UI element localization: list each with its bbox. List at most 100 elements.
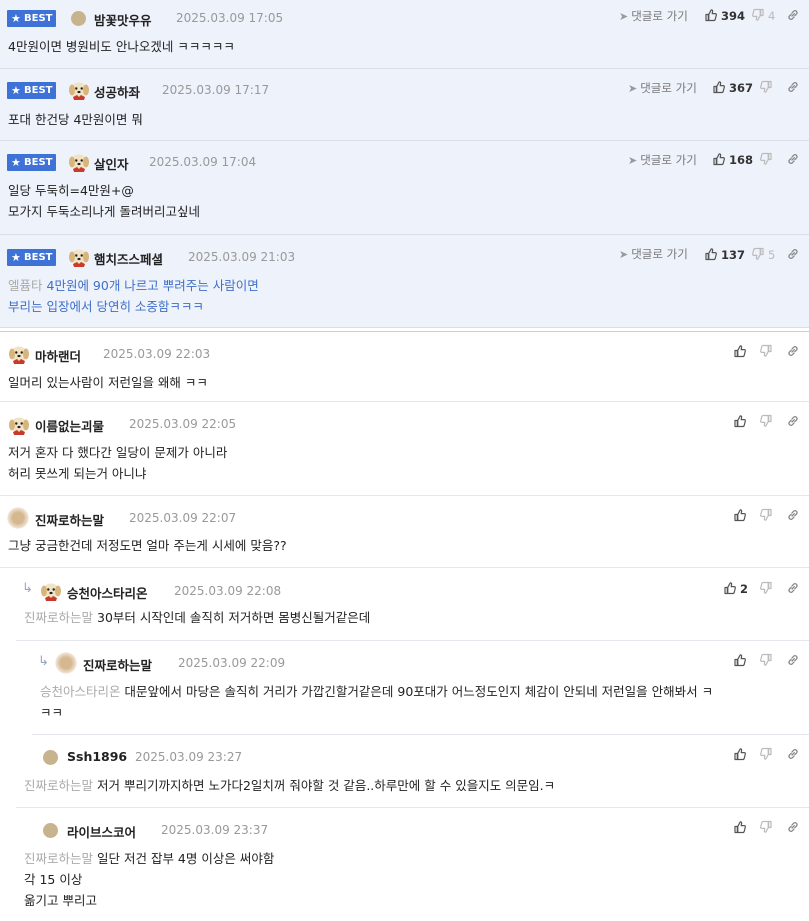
comment-nickname[interactable]: 승천아스타리온 — [67, 583, 148, 602]
comment-date: 2025.03.09 17:04 — [149, 155, 257, 169]
comment-text: 포대 한건당 4만원이면 뭐 — [8, 112, 143, 127]
thumbs-up-icon[interactable] — [704, 8, 718, 22]
thumbs-up-icon[interactable] — [733, 820, 747, 834]
thumbs-down-icon[interactable] — [759, 508, 773, 522]
comment-date: 2025.03.09 21:03 — [188, 250, 296, 264]
comment-nickname[interactable]: 햄치즈스페셜 — [94, 249, 163, 268]
like-count: 394 — [721, 9, 746, 23]
comment-text: 저거 혼자 다 했다간 일당이 문제가 아니라 허리 못쓰게 되는거 아니냐 — [8, 445, 228, 481]
thumbs-up-icon[interactable] — [704, 247, 718, 261]
reply: 라이브스코어 2025.03.09 23:37 진짜로하는말 일단 저건 잡부 … — [16, 808, 809, 919]
best-badge: ★ BEST — [7, 154, 56, 171]
avatar[interactable] — [68, 151, 90, 173]
comment-text: 진짜로하는말 30부터 시작인데 솔직히 저거하면 몸병신될거같은데 — [24, 610, 371, 625]
thumbs-up-icon[interactable] — [733, 508, 747, 522]
dislike-count: 4 — [768, 9, 776, 23]
like-count: 2 — [740, 582, 749, 596]
avatar[interactable] — [8, 414, 30, 436]
comment-text: 승천아스타리온 대문앞에서 마당은 솔직히 거리가 가깝긴할거같은데 90포대가… — [40, 684, 714, 720]
mention[interactable]: 엘퓸타 — [8, 278, 43, 293]
link-icon[interactable] — [786, 414, 800, 428]
thumbs-down-icon[interactable] — [759, 414, 773, 428]
link-icon[interactable] — [786, 747, 800, 761]
avatar[interactable] — [40, 580, 62, 602]
comment-nickname[interactable]: 이름없는괴물 — [35, 416, 104, 435]
best-badge: ★ BEST — [7, 249, 56, 266]
comment-date: 2025.03.09 22:09 — [178, 656, 286, 670]
star-icon: ★ — [11, 12, 21, 25]
mention[interactable]: 승천아스타리온 — [40, 684, 121, 699]
thumbs-down-icon[interactable] — [759, 152, 773, 166]
comment-nickname[interactable]: 살인자 — [94, 154, 129, 173]
thumbs-up-icon[interactable] — [733, 414, 747, 428]
avatar[interactable] — [43, 823, 58, 838]
like-count: 168 — [729, 153, 754, 167]
go-comment-button[interactable]: ➤ 댓글로 가기 — [628, 80, 697, 96]
go-comment-button[interactable]: ➤ 댓글로 가기 — [619, 8, 688, 24]
go-comment-button[interactable]: ➤ 댓글로 가기 — [619, 246, 688, 262]
thumbs-down-icon[interactable] — [751, 247, 765, 261]
link-icon[interactable] — [786, 247, 800, 261]
comment-text: 엘퓸타 4만원에 90개 나르고 뿌려주는 사람이면 부리는 입장에서 당연히 … — [8, 278, 259, 314]
avatar[interactable] — [7, 507, 29, 529]
avatar[interactable] — [68, 246, 90, 268]
avatar[interactable] — [55, 652, 77, 674]
comment-nickname[interactable]: 마하랜더 — [35, 346, 81, 365]
link-icon[interactable] — [786, 80, 800, 94]
comment-nickname[interactable]: 진짜로하는말 — [83, 655, 152, 674]
thumbs-down-icon[interactable] — [759, 820, 773, 834]
comment-text: 진짜로하는말 일단 저건 잡부 4명 이상은 써야함 각 15 이상 옮기고 뿌… — [24, 851, 275, 908]
avatar[interactable] — [71, 11, 86, 26]
best-badge: ★ BEST — [7, 10, 56, 27]
mention[interactable]: 진짜로하는말 — [24, 778, 93, 793]
link-icon[interactable] — [786, 344, 800, 358]
reply-arrow-icon: ↳ — [38, 654, 49, 669]
thumbs-down-icon[interactable] — [759, 80, 773, 94]
thumbs-down-icon[interactable] — [759, 581, 773, 595]
thumbs-down-icon[interactable] — [751, 8, 765, 22]
comment-text: 4만원이면 병원비도 안나오겠네 ㅋㅋㅋㅋㅋ — [8, 39, 235, 54]
send-arrow-icon: ➤ — [628, 82, 638, 95]
thumbs-down-icon[interactable] — [759, 344, 773, 358]
comment: 진짜로하는말 2025.03.09 22:07 그냥 궁금한건데 저정도면 얼마… — [0, 496, 809, 568]
reply: Ssh1896 2025.03.09 23:27 진짜로하는말 저거 뿌리기까지… — [16, 735, 809, 808]
thumbs-up-icon[interactable] — [712, 152, 726, 166]
thumbs-up-icon[interactable] — [712, 80, 726, 94]
link-icon[interactable] — [786, 8, 800, 22]
best-comment: ★ BEST 밤꽃맛우유 2025.03.09 17:05 ➤ 댓글로 가기 394… — [0, 0, 809, 69]
link-icon[interactable] — [786, 653, 800, 667]
mention[interactable]: 진짜로하는말 — [24, 851, 93, 866]
avatar[interactable] — [8, 343, 30, 365]
link-icon[interactable] — [786, 581, 800, 595]
comment-nickname[interactable]: 진짜로하는말 — [35, 510, 104, 529]
comment-text: 일머리 있는사람이 저런일을 왜해 ㅋㅋ — [8, 375, 208, 390]
avatar[interactable] — [68, 79, 90, 101]
comment: 이름없는괴물 2025.03.09 22:05 저거 혼자 다 했다간 일당이 … — [0, 402, 809, 496]
link-icon[interactable] — [786, 820, 800, 834]
link-icon[interactable] — [786, 152, 800, 166]
star-icon: ★ — [11, 84, 21, 97]
comment-nickname[interactable]: 밤꽃맛우유 — [94, 10, 152, 29]
comment-date: 2025.03.09 22:05 — [129, 417, 237, 431]
thumbs-up-icon[interactable] — [733, 747, 747, 761]
avatar[interactable] — [43, 750, 58, 765]
comment-date: 2025.03.09 23:37 — [161, 823, 269, 837]
thumbs-up-icon[interactable] — [733, 344, 747, 358]
link-icon[interactable] — [786, 508, 800, 522]
star-icon: ★ — [11, 156, 21, 169]
comment-nickname[interactable]: 성공하좌 — [94, 82, 140, 101]
send-arrow-icon: ➤ — [619, 248, 629, 261]
thumbs-up-icon[interactable] — [733, 653, 747, 667]
comment-list: ★ BEST 밤꽃맛우유 2025.03.09 17:05 ➤ 댓글로 가기 394… — [0, 0, 809, 919]
go-comment-button[interactable]: ➤ 댓글로 가기 — [628, 152, 697, 168]
comment-text: 그냥 궁금한건데 저정도면 얼마 주는게 시세에 맞음?? — [8, 538, 287, 553]
thumbs-down-icon[interactable] — [759, 747, 773, 761]
thumbs-up-icon[interactable] — [723, 581, 737, 595]
best-comment: ★ BEST 햄치즈스페셜 2025.03.09 21:03 ➤ 댓글로 가기 13… — [0, 235, 809, 328]
dislike-count: 5 — [768, 248, 776, 262]
thumbs-down-icon[interactable] — [759, 653, 773, 667]
mention[interactable]: 진짜로하는말 — [24, 610, 93, 625]
comment-nickname[interactable]: Ssh1896 — [67, 749, 127, 764]
comment-nickname[interactable]: 라이브스코어 — [67, 822, 136, 841]
comment-date: 2025.03.09 23:27 — [135, 750, 243, 764]
